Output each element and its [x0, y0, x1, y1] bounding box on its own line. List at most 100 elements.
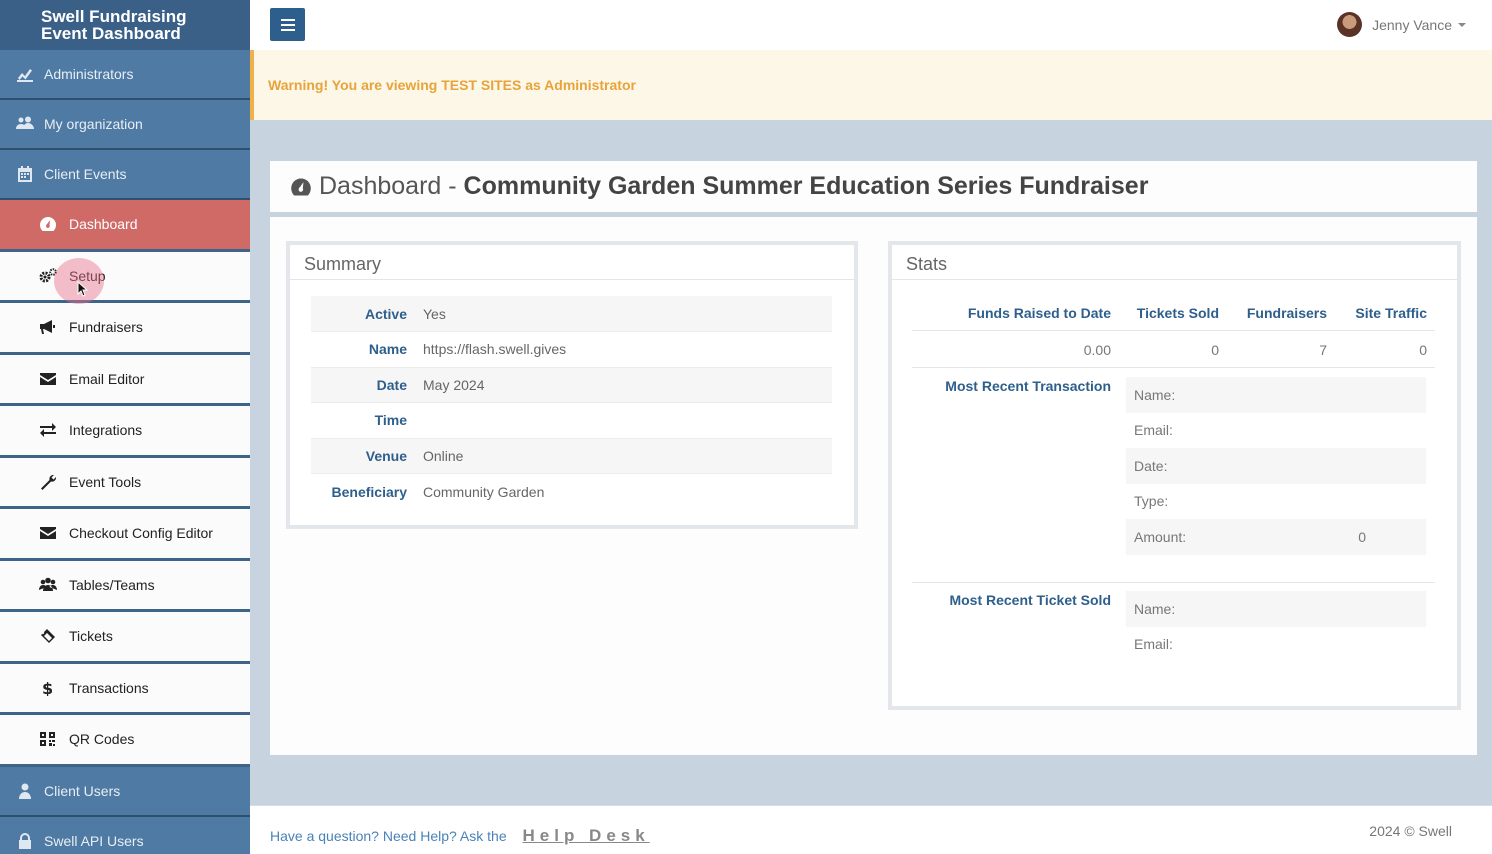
- stats-header-fundraisers: Fundraisers: [1246, 305, 1327, 321]
- user-name: Jenny Vance: [1372, 16, 1452, 33]
- sidebar-item-label: Client Events: [44, 166, 127, 182]
- summary-key: Beneficiary: [331, 483, 407, 500]
- stats-value-traffic: 0: [1419, 341, 1427, 358]
- field-value: 0: [1358, 528, 1366, 545]
- sidebar-item-swell-api-users[interactable]: Swell API Users: [0, 816, 250, 854]
- summary-key: Name: [368, 341, 407, 358]
- summary-value: Yes: [423, 305, 446, 322]
- svg-text:$: $: [42, 680, 53, 696]
- table-row: Date May 2024: [311, 367, 832, 403]
- stats-header-traffic: Site Traffic: [1355, 305, 1427, 321]
- stats-value-funds: 0.00: [1083, 341, 1111, 358]
- sidebar-item-event-tools[interactable]: Event Tools: [0, 457, 250, 509]
- sidebar-item-label: Checkout Config Editor: [69, 525, 213, 542]
- stats-header-row: Funds Raised to Date Tickets Sold Fundra…: [912, 296, 1435, 331]
- hamburger-icon: [280, 18, 295, 21]
- sidebar-item-label: Setup: [69, 267, 106, 284]
- sidebar-item-label: Fundraisers: [69, 319, 143, 336]
- envelope-icon: [40, 372, 56, 385]
- field-value: [1259, 377, 1426, 413]
- caret-down-icon: [1458, 22, 1466, 27]
- sidebar-item-client-events[interactable]: Client Events: [0, 150, 250, 200]
- summary-key: Venue: [365, 447, 407, 464]
- sidebar-item-label: Administrators: [44, 66, 134, 82]
- sidebar-item-tables-teams[interactable]: Tables/Teams: [0, 560, 250, 612]
- field-key: Email:: [1134, 422, 1173, 439]
- exchange-icon: [40, 423, 56, 438]
- stats-header-funds: Funds Raised to Date: [967, 305, 1111, 321]
- table-row: Venue Online: [311, 438, 832, 474]
- field-value: [1259, 413, 1426, 449]
- sidebar-item-fundraisers[interactable]: Fundraisers: [0, 303, 250, 355]
- help-desk-link[interactable]: Help Desk: [523, 826, 650, 845]
- sidebar-item-client-users[interactable]: Client Users: [0, 766, 250, 817]
- user-menu[interactable]: Jenny Vance: [1337, 12, 1466, 37]
- page-title-prefix: Dashboard -: [319, 172, 464, 200]
- recent-transaction-table: Name: Email: Date: Type: Amount: 0: [1126, 377, 1426, 555]
- table-row: Date:: [1126, 448, 1426, 484]
- sidebar-item-administrators[interactable]: Administrators: [0, 50, 250, 100]
- field-value: [1252, 591, 1426, 627]
- summary-title: Summary: [290, 245, 854, 280]
- user-icon: [19, 783, 31, 799]
- summary-value: May 2024: [423, 376, 485, 393]
- field-value: [1252, 627, 1426, 663]
- warning-banner: Warning! You are viewing TEST SITES as A…: [250, 50, 1492, 120]
- sidebar-item-transactions[interactable]: $ Transactions: [0, 663, 250, 715]
- event-name: Community Garden Summer Education Series…: [463, 172, 1149, 200]
- summary-table: Active Yes Name https://flash.swell.give…: [311, 296, 832, 509]
- app-title-line2: Event Dashboard: [41, 24, 181, 43]
- top-bar: Jenny Vance: [250, 0, 1492, 50]
- field-key: Type:: [1134, 493, 1169, 510]
- sidebar-item-label: Tables/Teams: [69, 576, 155, 593]
- dashboard-icon: [291, 177, 311, 196]
- app-brand[interactable]: Swell Fundraising Event Dashboard: [0, 0, 250, 50]
- sidebar-item-tickets[interactable]: Tickets: [0, 612, 250, 664]
- table-row: Name:: [1126, 377, 1426, 413]
- field-key: Name:: [1134, 600, 1176, 617]
- dollar-icon: $: [42, 680, 53, 696]
- field-value: [1259, 484, 1426, 520]
- summary-key: Time: [374, 412, 407, 429]
- sidebar-item-integrations[interactable]: Integrations: [0, 406, 250, 458]
- lock-icon: [19, 832, 31, 849]
- footer: Have a question? Need Help? Ask the Help…: [250, 805, 1492, 854]
- sidebar-item-label: QR Codes: [69, 731, 135, 748]
- menu-toggle-button[interactable]: [270, 8, 305, 41]
- sidebar-item-email-editor[interactable]: Email Editor: [0, 354, 250, 406]
- table-row: Active Yes: [311, 296, 832, 332]
- field-key: Date:: [1134, 457, 1168, 474]
- calendar-icon: [18, 166, 32, 182]
- recent-transaction-label: Most Recent Transaction: [945, 378, 1111, 394]
- sidebar-item-dashboard[interactable]: Dashboard: [0, 200, 250, 252]
- sidebar-item-label: Event Tools: [69, 473, 142, 490]
- stats-values-row: 0.00 0 7 0: [912, 332, 1435, 368]
- field-key: Name:: [1134, 386, 1176, 403]
- field-value: [1259, 448, 1426, 484]
- table-row: Email:: [1126, 627, 1426, 663]
- sidebar-item-checkout-config-editor[interactable]: Checkout Config Editor: [0, 509, 250, 561]
- sidebar-item-label: Client Users: [44, 782, 121, 799]
- table-row: Name https://flash.swell.gives: [311, 331, 832, 368]
- sidebar-item-label: Tickets: [69, 628, 113, 645]
- summary-value: Community Garden: [423, 483, 545, 500]
- field-key: Email:: [1134, 636, 1173, 653]
- table-row: Name:: [1126, 591, 1426, 627]
- users-icon: [39, 577, 57, 591]
- sidebar-item-setup[interactable]: Setup: [0, 251, 250, 303]
- summary-value: [415, 403, 832, 439]
- avatar: [1337, 12, 1363, 37]
- summary-value: Online: [423, 447, 464, 464]
- sidebar-item-my-organization[interactable]: My organization: [0, 100, 250, 150]
- sidebar-item-label: Swell API Users: [44, 832, 144, 849]
- summary-key: Active: [364, 305, 407, 322]
- table-row: Amount: 0: [1126, 519, 1426, 555]
- recent-ticket-table: Name: Email:: [1126, 591, 1426, 662]
- sidebar-item-label: Email Editor: [69, 370, 145, 387]
- dashboard-icon: [40, 217, 56, 232]
- summary-value: https://flash.swell.gives: [423, 341, 567, 358]
- users-icon: [16, 116, 34, 129]
- stats-value-fundraisers: 7: [1319, 341, 1327, 358]
- sidebar: Swell Fundraising Event Dashboard Admini…: [0, 0, 250, 854]
- sidebar-item-qr-codes[interactable]: QR Codes: [0, 715, 250, 767]
